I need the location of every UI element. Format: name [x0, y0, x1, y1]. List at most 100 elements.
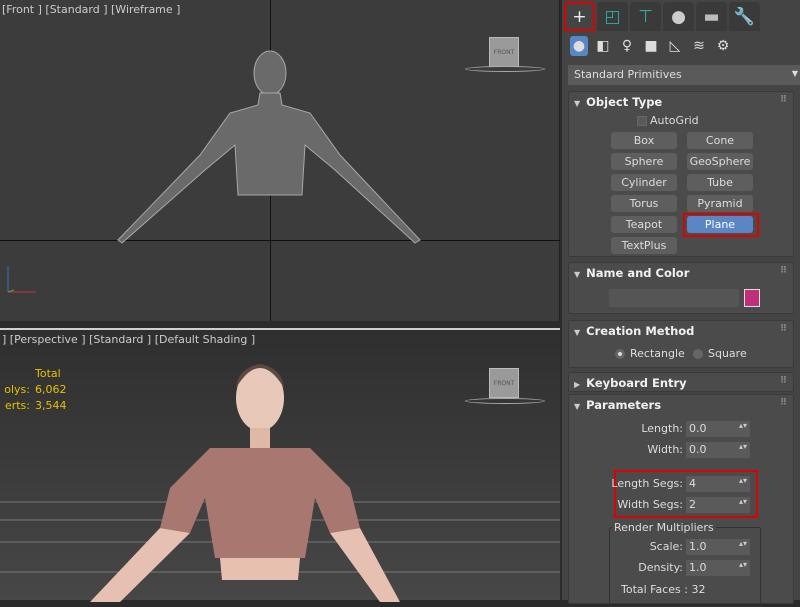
spinner-value: 2 [689, 498, 696, 511]
radio-icon [615, 349, 625, 359]
helpers-icon[interactable]: ◺ [666, 36, 684, 56]
torus-button[interactable]: Torus [611, 195, 677, 212]
width-segs-label: Width Segs: [617, 498, 683, 511]
drag-handle-icon[interactable]: ⠿ [780, 95, 787, 105]
highlight-box [683, 213, 759, 237]
systems-icon[interactable]: ⚙ [714, 36, 732, 56]
rollout-title: Parameters [586, 398, 662, 412]
drag-handle-icon[interactable]: ⠿ [780, 324, 787, 334]
expand-icon: ▶ [574, 380, 581, 389]
hierarchy-icon: ⊤ [638, 6, 653, 27]
rollout-header[interactable]: ▼ Object Type ⠿ [569, 92, 793, 112]
keyboard-entry-rollout: ▶ Keyboard Entry ⠿ [568, 372, 794, 392]
utilities-tab[interactable]: 🔧 [729, 2, 760, 31]
rollout-header[interactable]: ▶ Keyboard Entry ⠿ [569, 373, 793, 393]
rollout-header[interactable]: ▼ Name and Color ⠿ [569, 263, 793, 283]
autogrid-checkbox[interactable]: AutoGrid [637, 114, 699, 127]
collapse-icon: ▼ [574, 99, 581, 108]
length-spinner[interactable]: 0.0 ▴▾ [686, 421, 750, 437]
display-tab[interactable]: ▬ [696, 2, 727, 31]
teapot-button[interactable]: Teapot [611, 216, 677, 233]
viewport-label[interactable]: ] [Perspective ] [Standard ] [Default Sh… [2, 333, 255, 346]
viewport-perspective[interactable]: ] [Perspective ] [Standard ] [Default Sh… [0, 328, 560, 602]
character-model [90, 364, 400, 602]
viewcube[interactable]: FRONT [489, 368, 519, 398]
space-warps-icon[interactable]: ≋ [690, 36, 708, 56]
spinner-arrows-icon[interactable]: ▴▾ [739, 539, 747, 548]
spinner-arrows-icon[interactable]: ▴▾ [739, 442, 747, 451]
spinner-arrows-icon[interactable]: ▴▾ [739, 421, 747, 430]
modify-tab[interactable]: ◰ [597, 2, 628, 31]
command-panel: + ◰ ⊤ ● ▬ 🔧 ● ◧ ♀ ■ ◺ ≋ ⚙ Standard Primi… [562, 0, 800, 607]
stats-header: Total [35, 367, 61, 380]
rollout-title: Creation Method [586, 324, 695, 338]
rollout-header[interactable]: ▼ Creation Method ⠿ [569, 321, 793, 341]
rollout-header[interactable]: ▼ Parameters ⠿ [569, 395, 793, 415]
viewport-front[interactable]: [Front ] [Standard ] [Wireframe ] FRONT [0, 0, 560, 321]
modify-icon: ◰ [604, 6, 621, 27]
scale-label: Scale: [649, 540, 683, 553]
rollout-title: Name and Color [586, 266, 690, 280]
viewport-label[interactable]: [Front ] [Standard ] [Wireframe ] [2, 3, 180, 16]
hierarchy-tab[interactable]: ⊤ [630, 2, 661, 31]
stats-overlay: Total olys: 6,062 erts: 3,544 [0, 366, 66, 414]
length-segs-label: Length Segs: [611, 477, 683, 490]
spinner-value: 0.0 [689, 422, 707, 435]
spinner-value: 4 [689, 477, 696, 490]
radio-label: Rectangle [630, 347, 685, 360]
lights-icon[interactable]: ♀ [618, 36, 636, 56]
geometry-icon[interactable]: ● [570, 36, 588, 56]
checkbox-label: AutoGrid [650, 114, 699, 127]
category-dropdown[interactable]: Standard Primitives ▼ [568, 65, 800, 85]
cameras-icon[interactable]: ■ [642, 36, 660, 56]
square-radio[interactable]: Square [693, 347, 747, 360]
collapse-icon: ▼ [574, 270, 581, 279]
rectangle-radio[interactable]: Rectangle [615, 347, 685, 360]
textplus-button[interactable]: TextPlus [611, 237, 677, 254]
pyramid-button[interactable]: Pyramid [687, 195, 753, 212]
width-spinner[interactable]: 0.0 ▴▾ [686, 442, 750, 458]
wrench-icon: 🔧 [733, 6, 756, 27]
collapse-icon: ▼ [574, 402, 581, 411]
cone-button[interactable]: Cone [687, 132, 753, 149]
length-segs-spinner[interactable]: 4 ▴▾ [686, 476, 750, 492]
cylinder-button[interactable]: Cylinder [611, 174, 677, 191]
wireframe-figure [117, 50, 421, 244]
parameters-rollout: ▼ Parameters ⠿ Length: 0.0 ▴▾ Width: 0.0 ▴▾ … [568, 394, 794, 607]
object-type-rollout: ▼ Object Type ⠿ AutoGrid Box Cone Sphere G… [568, 91, 794, 257]
motion-icon: ● [671, 6, 686, 27]
viewcube-ring[interactable] [465, 66, 545, 72]
spinner-value: 0.0 [689, 443, 707, 456]
box-button[interactable]: Box [611, 132, 677, 149]
density-spinner[interactable]: 1.0 ▴▾ [686, 560, 750, 576]
viewcube[interactable]: FRONT [489, 37, 519, 67]
viewcube-ring[interactable] [465, 398, 545, 404]
name-color-rollout: ▼ Name and Color ⠿ [568, 262, 794, 314]
collapse-icon: ▼ [574, 328, 581, 337]
motion-tab[interactable]: ● [663, 2, 694, 31]
stats-key: olys: [4, 383, 30, 396]
radio-label: Square [708, 347, 747, 360]
geosphere-button[interactable]: GeoSphere [687, 153, 753, 170]
spinner-value: 1.0 [689, 540, 707, 553]
color-swatch[interactable] [744, 289, 760, 307]
object-name-input[interactable] [609, 289, 739, 307]
create-tab[interactable]: + [564, 2, 595, 31]
drag-handle-icon[interactable]: ⠿ [780, 266, 787, 276]
drag-handle-icon[interactable]: ⠿ [780, 398, 787, 408]
tube-button[interactable]: Tube [687, 174, 753, 191]
drag-handle-icon[interactable]: ⠿ [780, 376, 787, 386]
spinner-arrows-icon[interactable]: ▴▾ [739, 476, 747, 485]
checkbox-icon [637, 116, 647, 126]
dropdown-value: Standard Primitives [574, 68, 682, 81]
sphere-button[interactable]: Sphere [611, 153, 677, 170]
render-multipliers-label: Render Multipliers [612, 521, 716, 534]
spinner-arrows-icon[interactable]: ▴▾ [739, 560, 747, 569]
shapes-icon[interactable]: ◧ [594, 36, 612, 56]
scale-spinner[interactable]: 1.0 ▴▾ [686, 539, 750, 555]
chevron-down-icon: ▼ [791, 69, 798, 78]
width-label: Width: [647, 443, 683, 456]
rollout-title: Object Type [586, 95, 663, 109]
width-segs-spinner[interactable]: 2 ▴▾ [686, 497, 750, 513]
spinner-arrows-icon[interactable]: ▴▾ [739, 497, 747, 506]
